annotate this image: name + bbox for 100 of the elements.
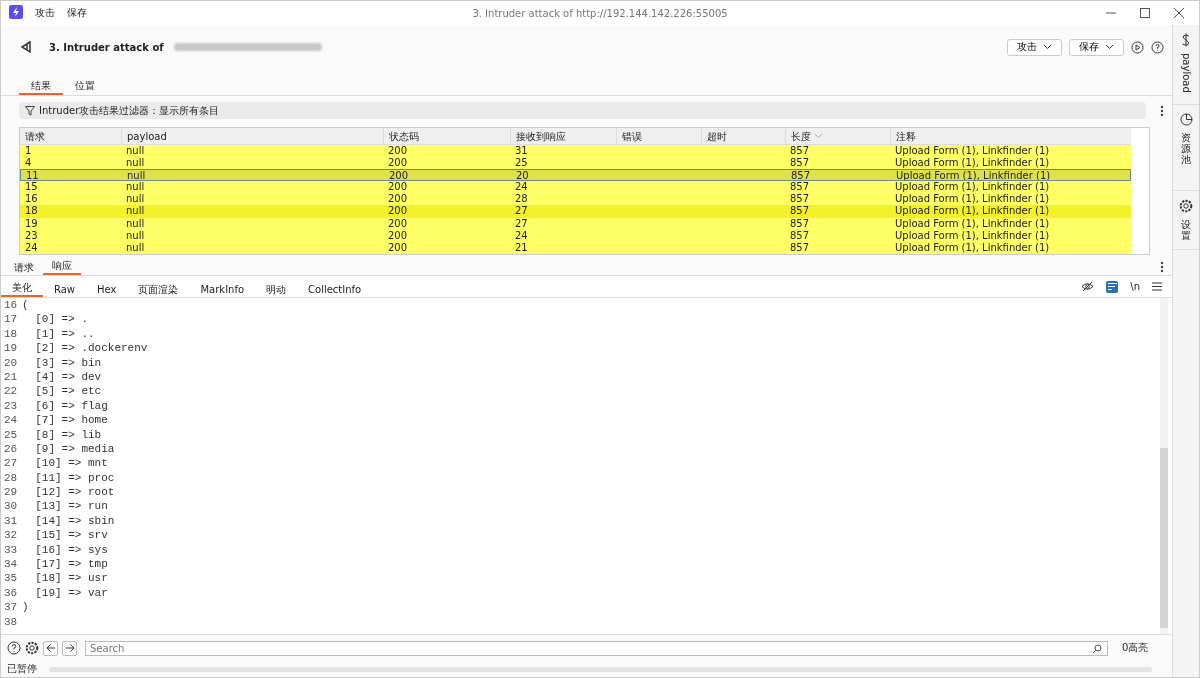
side-tab[interactable]: payload xyxy=(1173,25,1199,105)
table-cell-text: null xyxy=(125,241,146,254)
menu-icon[interactable] xyxy=(1152,282,1162,291)
filter-bar[interactable]: Intruder攻击结果过滤器：显示所有条目 xyxy=(19,102,1146,119)
table-row[interactable]: 4 null 200 25 857 Upload Form (1), Linkfinder (1) xyxy=(20,157,1131,170)
wrap-toggle[interactable] xyxy=(1106,280,1119,293)
line-number: 36 xyxy=(3,585,19,601)
code-line: [2] => .dockerenv xyxy=(34,341,148,356)
column-header[interactable]: 接收到响应 xyxy=(510,128,616,144)
table-cell-text: null xyxy=(125,205,146,218)
line-number: 37 xyxy=(3,600,19,615)
table-cell-text: null xyxy=(126,170,147,181)
table-row[interactable]: 15 null 200 24 857 Upload Form (1), Linkfinder (1) xyxy=(20,181,1131,194)
code-line: ) xyxy=(22,600,29,615)
close-icon[interactable] xyxy=(1173,7,1185,19)
table-cell-text: 200 xyxy=(387,205,409,218)
line-number: 32 xyxy=(3,528,19,543)
line-number: 18 xyxy=(3,326,19,342)
table-cell-text: 18 xyxy=(24,205,39,218)
column-header[interactable]: 错误 xyxy=(616,128,701,144)
table-cell-text: null xyxy=(125,157,146,170)
settings-icon xyxy=(1179,199,1193,213)
dropdown-button[interactable]: 攻击 xyxy=(1007,38,1062,56)
newline-toggle[interactable]: \n xyxy=(1130,281,1140,292)
table-cell-text: 21 xyxy=(514,241,529,254)
table-cell-text: 857 xyxy=(789,193,811,206)
tab[interactable]: Hex xyxy=(86,282,128,297)
table-cell-text: 857 xyxy=(789,181,811,194)
table-cell-text: 25 xyxy=(514,157,529,170)
hidden-eye-icon[interactable] xyxy=(1081,281,1095,292)
line-number: 24 xyxy=(3,413,19,428)
table-cell-text: 857 xyxy=(789,157,811,170)
table-cell-text: 19 xyxy=(24,217,39,230)
table-cell-text: 27 xyxy=(514,205,529,218)
match-count: 0高亮 xyxy=(1121,641,1150,655)
column-header[interactable]: 请求 xyxy=(20,128,121,144)
filter-icon xyxy=(25,105,35,116)
tab[interactable]: MarkInfo xyxy=(189,282,256,297)
tab[interactable]: 位置 xyxy=(63,79,107,95)
caret-icon xyxy=(1043,44,1052,50)
column-header[interactable]: payload xyxy=(121,128,383,144)
code-line: [8] => lib xyxy=(34,427,102,442)
column-header[interactable]: 超时 xyxy=(701,128,785,144)
line-number: 16 xyxy=(3,298,19,313)
tab[interactable]: 请求 xyxy=(5,261,43,275)
table-row[interactable]: 1 null 200 31 857 Upload Form (1), Linkfinder (1) xyxy=(20,145,1131,158)
table-row[interactable]: 18 null 200 27 857 Upload Form (1), Linkfinder (1) xyxy=(20,205,1131,218)
dropdown-button[interactable]: 保存 xyxy=(1069,38,1124,56)
help-icon[interactable] xyxy=(1151,40,1164,54)
back-button[interactable] xyxy=(43,640,58,656)
settings-icon[interactable] xyxy=(25,641,39,655)
column-header[interactable]: 长度 xyxy=(785,128,890,144)
line-number: 38 xyxy=(3,614,19,629)
help-icon[interactable] xyxy=(7,641,21,655)
filter-label: Intruder攻击结果过滤器：显示所有条目 xyxy=(39,103,220,118)
table-cell-text: Upload Form (1), Linkfinder (1) xyxy=(894,157,1051,170)
column-header[interactable]: 状态码 xyxy=(383,128,510,144)
line-number: 20 xyxy=(3,355,19,370)
table-cell-text: 200 xyxy=(387,193,409,206)
table-cell-text: Upload Form (1), Linkfinder (1) xyxy=(894,205,1051,218)
more-icon[interactable] xyxy=(1160,104,1164,117)
side-tab[interactable]: 资源池 xyxy=(1173,105,1199,191)
menu-item[interactable]: 保存 xyxy=(67,6,87,20)
table-cell-text: 857 xyxy=(790,170,812,181)
tab[interactable]: Raw xyxy=(43,282,87,297)
table-row[interactable]: 16 null 200 28 857 Upload Form (1), Linkfinder (1) xyxy=(20,193,1131,206)
code-line: [14] => sbin xyxy=(34,513,115,529)
menu-item[interactable]: 攻击 xyxy=(35,6,55,20)
search-field[interactable]: Search xyxy=(85,640,1108,656)
tab[interactable]: CollectInfo xyxy=(297,282,373,297)
table-cell-text: 24 xyxy=(514,229,529,242)
tab[interactable]: 结果 xyxy=(19,79,63,95)
table-cell-text: 24 xyxy=(514,181,529,194)
code-line: [19] => var xyxy=(34,585,108,601)
code-line: [10] => mnt xyxy=(34,456,108,471)
more-icon[interactable] xyxy=(1160,260,1164,273)
line-number: 30 xyxy=(3,499,19,514)
search-icon xyxy=(1092,643,1102,654)
maximize-icon[interactable] xyxy=(1139,7,1151,19)
tab[interactable]: 页面渲染 xyxy=(127,282,190,297)
column-header[interactable]: 注释 xyxy=(890,128,1131,144)
table-cell-text: null xyxy=(125,217,146,230)
play-icon[interactable] xyxy=(1131,40,1144,54)
table-cell-text: 11 xyxy=(25,170,40,181)
side-tab[interactable]: 设置 xyxy=(1173,191,1199,250)
app-logo-icon xyxy=(9,5,23,21)
table-cell-text: 23 xyxy=(24,229,39,242)
scrollbar[interactable] xyxy=(1160,298,1168,634)
line-number: 28 xyxy=(3,470,19,486)
table-cell-text: 200 xyxy=(388,170,410,181)
pie-icon xyxy=(1179,113,1193,126)
table-cell-text: Upload Form (1), Linkfinder (1) xyxy=(894,181,1051,194)
forward-button[interactable] xyxy=(62,640,77,656)
code-line: [12] => root xyxy=(34,485,115,500)
back-icon[interactable] xyxy=(19,40,33,54)
table-cell-text: 31 xyxy=(514,145,529,158)
table-cell-text: null xyxy=(125,193,146,206)
tab[interactable]: 明动 xyxy=(255,282,298,297)
table-cell-text: Upload Form (1), Linkfinder (1) xyxy=(894,145,1051,158)
line-number: 23 xyxy=(3,398,19,414)
